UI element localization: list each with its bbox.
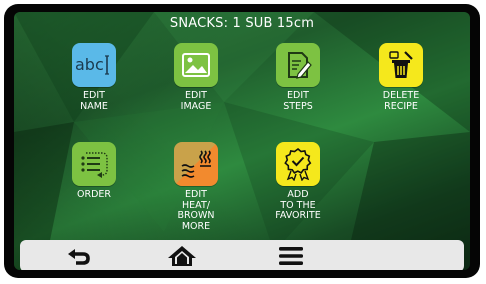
- tile-label: EDIT HEAT/ BROWN MORE: [177, 189, 215, 232]
- edit-name-button[interactable]: abc EDIT NAME: [62, 43, 126, 112]
- trash-icon: [379, 43, 423, 87]
- edit-steps-button[interactable]: EDIT STEPS: [266, 43, 330, 112]
- order-button[interactable]: ORDER: [62, 142, 126, 201]
- bottom-navigation-bar: [20, 240, 464, 270]
- home-icon: [168, 246, 196, 266]
- heat-brown-icon: [174, 142, 218, 186]
- tile-label: ORDER: [77, 189, 111, 200]
- tile-label: EDIT STEPS: [283, 90, 313, 112]
- favorite-badge-icon: [276, 142, 320, 186]
- page-title: SNACKS: 1 SUB 15cm: [169, 16, 315, 31]
- tile-label: EDIT NAME: [80, 90, 108, 112]
- tile-label: DELETE RECIPE: [382, 90, 420, 112]
- back-arrow-icon: [68, 249, 90, 265]
- menu-button[interactable]: [274, 243, 308, 269]
- tile-label: EDIT IMAGE: [180, 90, 212, 112]
- menu-icon: [279, 247, 303, 265]
- edit-image-button[interactable]: EDIT IMAGE: [164, 43, 228, 112]
- home-button[interactable]: [165, 243, 199, 269]
- device-frame: SNACKS: 1 SUB 15cm abc EDIT NAME EDIT IM…: [4, 4, 480, 278]
- edit-heat-brown-more-button[interactable]: EDIT HEAT/ BROWN MORE: [164, 142, 228, 232]
- screen: SNACKS: 1 SUB 15cm abc EDIT NAME EDIT IM…: [14, 12, 470, 270]
- add-to-favorite-button[interactable]: ADD TO THE FAVORITE: [266, 142, 330, 222]
- image-icon: [174, 43, 218, 87]
- back-button[interactable]: [62, 243, 96, 269]
- abc-text-icon: abc: [72, 43, 116, 87]
- delete-recipe-button[interactable]: DELETE RECIPE: [369, 43, 433, 112]
- svg-text:abc: abc: [75, 55, 104, 74]
- steps-edit-icon: [276, 43, 320, 87]
- tile-label: ADD TO THE FAVORITE: [275, 189, 321, 221]
- order-list-icon: [72, 142, 116, 186]
